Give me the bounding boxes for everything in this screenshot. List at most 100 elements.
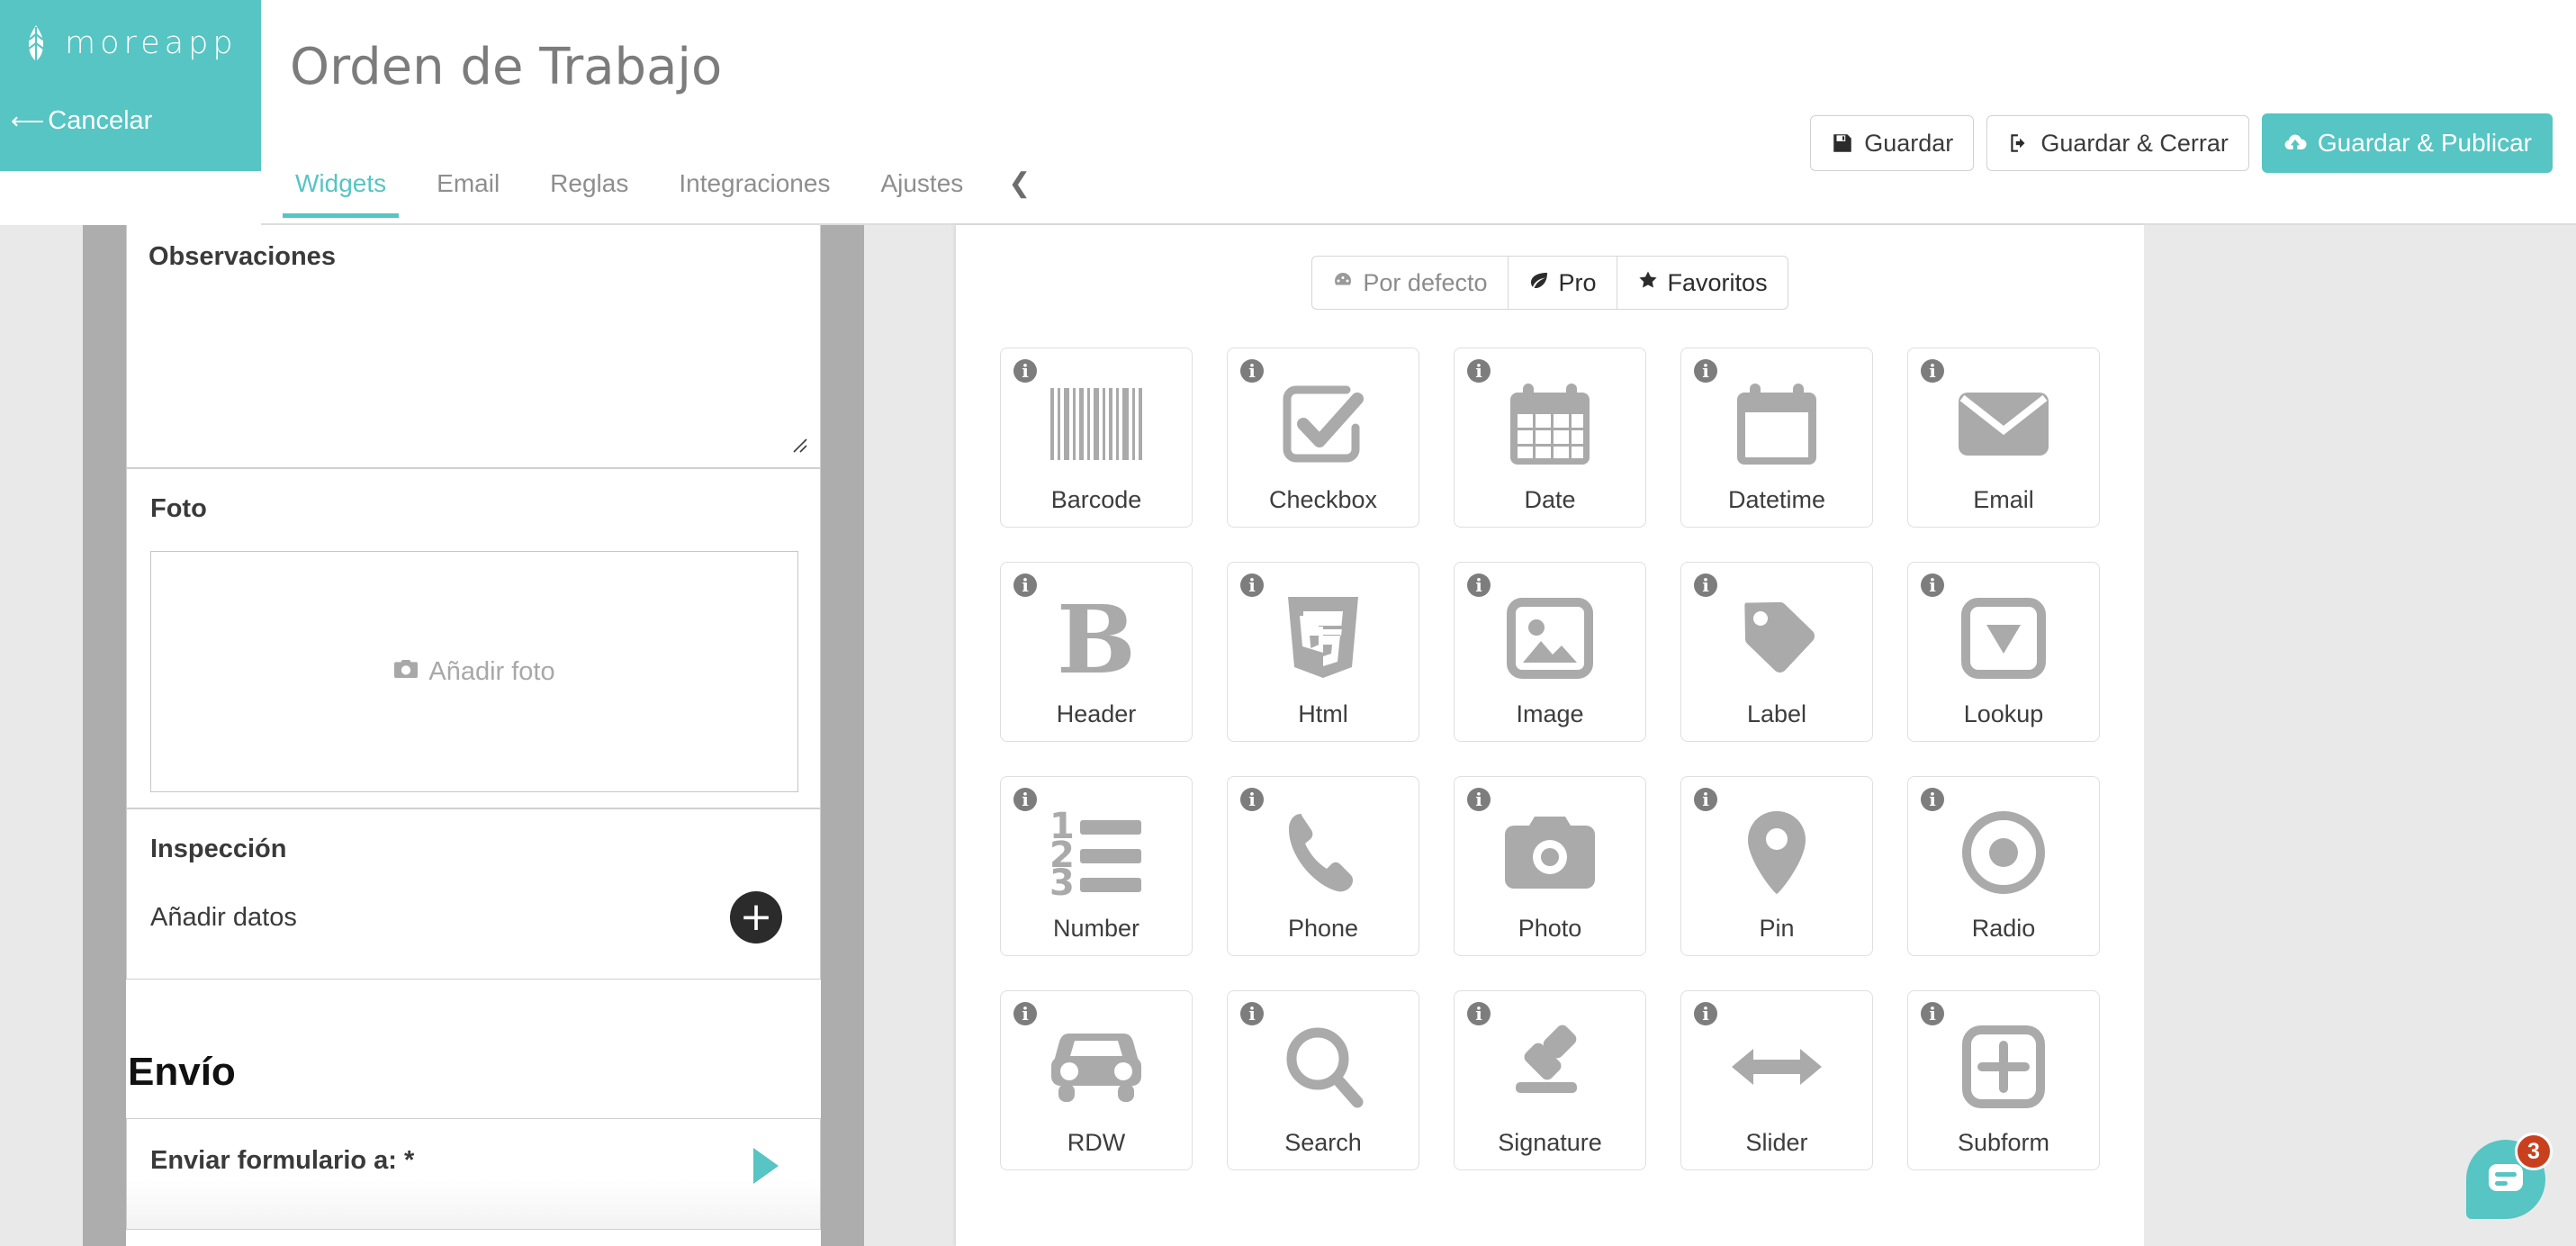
inspeccion-label: Inspección (150, 835, 287, 863)
widget-category-favoritos[interactable]: Favoritos (1617, 257, 1788, 309)
leaf-icon (1528, 269, 1550, 297)
widget-card-pin[interactable]: i Pin (1680, 776, 1873, 956)
widget-card-rdw[interactable]: i RDW (1000, 990, 1193, 1170)
top-bar: moreapp ⟵ Cancelar Orden de Trabajo Widg… (0, 0, 2576, 225)
info-icon[interactable]: i (1013, 573, 1037, 597)
save-button[interactable]: Guardar (1810, 115, 1975, 171)
photo-dropzone[interactable]: Añadir foto (150, 551, 798, 792)
widget-category-por-defecto[interactable]: Por defecto (1312, 257, 1509, 309)
tab-ajustes[interactable]: Ajustes (855, 162, 988, 218)
widget-card-subform[interactable]: i Subform (1907, 990, 2100, 1170)
widget-card-radio-label: Radio (1971, 915, 2036, 942)
info-icon[interactable]: i (1694, 359, 1717, 383)
info-icon[interactable]: i (1013, 359, 1037, 383)
widget-card-html-label: Html (1298, 700, 1348, 727)
widget-card-signature-label: Signature (1498, 1129, 1602, 1156)
widget-grid: i Barcode i Checkbox i Date i Datetime i… (956, 310, 2144, 1170)
chevron-left-icon[interactable]: ❮ (988, 162, 1050, 219)
scrollbar-left[interactable] (83, 225, 126, 1246)
chat-launcher-button[interactable]: 3 (2466, 1133, 2553, 1219)
info-icon[interactable]: i (1694, 788, 1717, 811)
info-icon[interactable]: i (1467, 359, 1491, 383)
widget-card-html[interactable]: i Html (1227, 562, 1419, 742)
inspeccion-add-row: Añadir datos + (150, 891, 798, 944)
photo-placeholder-text: Añadir foto (428, 656, 555, 686)
info-icon[interactable]: i (1694, 1002, 1717, 1025)
info-icon[interactable]: i (1240, 788, 1264, 811)
info-icon[interactable]: i (1013, 1002, 1037, 1025)
scrollbar-right[interactable] (821, 225, 864, 1246)
foto-label: Foto (150, 494, 207, 523)
save-disk-icon (1831, 131, 1854, 155)
widget-card-image[interactable]: i Image (1454, 562, 1646, 742)
save-button-label: Guardar (1864, 129, 1954, 157)
tab-widgets[interactable]: Widgets (270, 162, 411, 218)
brand-panel: moreapp ⟵ Cancelar (0, 0, 261, 171)
add-data-label: Añadir datos (150, 902, 297, 932)
triangle-right-icon[interactable] (753, 1148, 779, 1184)
svg-text:B: B (1057, 595, 1136, 682)
sign-out-icon (2007, 131, 2031, 155)
widget-card-search[interactable]: i Search (1227, 990, 1419, 1170)
widget-card-header[interactable]: i B Header (1000, 562, 1193, 742)
widget-card-signature[interactable]: i Signature (1454, 990, 1646, 1170)
widget-card-email-label: Email (1973, 486, 2034, 513)
main-tabs: Widgets Email Reglas Integraciones Ajust… (270, 162, 1050, 223)
widget-card-photo[interactable]: i Photo (1454, 776, 1646, 956)
info-icon[interactable]: i (1240, 1002, 1264, 1025)
widget-card-header-label: Header (1056, 700, 1137, 727)
tab-integraciones[interactable]: Integraciones (653, 162, 855, 218)
info-icon[interactable]: i (1921, 1002, 1944, 1025)
tab-reglas[interactable]: Reglas (525, 162, 653, 218)
cancel-button[interactable]: ⟵ Cancelar (11, 106, 152, 136)
section-title-envio: Envío (128, 1050, 236, 1094)
tab-email[interactable]: Email (411, 162, 525, 218)
form-field-enviar-formulario[interactable]: Enviar formulario a: * (126, 1118, 821, 1230)
widget-card-search-label: Search (1284, 1129, 1362, 1156)
info-icon[interactable]: i (1921, 788, 1944, 811)
widget-card-datetime[interactable]: i Datetime (1680, 348, 1873, 528)
widget-card-date[interactable]: i Date (1454, 348, 1646, 528)
widget-card-lookup[interactable]: i Lookup (1907, 562, 2100, 742)
widget-panel: Por defecto Pro Favoritos i Barcode i Ch… (956, 225, 2144, 1246)
resize-handle-icon[interactable] (788, 433, 809, 455)
form-field-inspeccion[interactable]: Inspección Añadir datos + (126, 808, 821, 980)
info-icon[interactable]: i (1694, 573, 1717, 597)
widget-card-radio[interactable]: i Radio (1907, 776, 2100, 956)
widget-card-slider[interactable]: i Slider (1680, 990, 1873, 1170)
info-icon[interactable]: i (1467, 573, 1491, 597)
info-icon[interactable]: i (1921, 573, 1944, 597)
widget-card-email[interactable]: i Email (1907, 348, 2100, 528)
cancel-label: Cancelar (48, 106, 153, 135)
info-icon[interactable]: i (1921, 359, 1944, 383)
tab-ajustes-label: Ajustes (880, 169, 964, 197)
tab-widgets-label: Widgets (295, 169, 387, 197)
info-icon[interactable]: i (1013, 788, 1037, 811)
widget-card-barcode-label: Barcode (1050, 486, 1142, 513)
info-icon[interactable]: i (1467, 788, 1491, 811)
info-icon[interactable]: i (1240, 573, 1264, 597)
widget-card-checkbox[interactable]: i Checkbox (1227, 348, 1419, 528)
form-field-foto[interactable]: Foto Añadir foto (126, 468, 821, 808)
widget-card-number-label: Number (1052, 915, 1140, 942)
info-icon[interactable]: i (1467, 1002, 1491, 1025)
form-preview-column: Observaciones Foto Añadir foto Inspecció… (0, 225, 920, 1246)
info-icon[interactable]: i (1240, 359, 1264, 383)
widget-card-label[interactable]: i Label (1680, 562, 1873, 742)
arrow-left-icon: ⟵ (11, 107, 45, 134)
widget-category-pro-label: Pro (1558, 268, 1597, 296)
save-and-close-button[interactable]: Guardar & Cerrar (1986, 115, 2249, 171)
tab-integraciones-label: Integraciones (679, 169, 831, 197)
form-field-observaciones[interactable]: Observaciones (126, 225, 821, 468)
widget-category-pro[interactable]: Pro (1509, 257, 1617, 309)
widget-card-number[interactable]: i 1 2 3 Number (1000, 776, 1193, 956)
brand-name: moreapp (65, 25, 238, 61)
chat-bubble-icon (2487, 1162, 2525, 1197)
plus-circle-icon[interactable]: + (730, 891, 782, 944)
widget-card-barcode[interactable]: i Barcode (1000, 348, 1193, 528)
widget-card-phone[interactable]: i Phone (1227, 776, 1419, 956)
save-and-publish-button-label: Guardar & Publicar (2317, 129, 2532, 157)
widget-card-rdw-label: RDW (1067, 1129, 1126, 1156)
save-and-publish-button[interactable]: Guardar & Publicar (2261, 113, 2553, 173)
tab-reglas-label: Reglas (550, 169, 629, 197)
